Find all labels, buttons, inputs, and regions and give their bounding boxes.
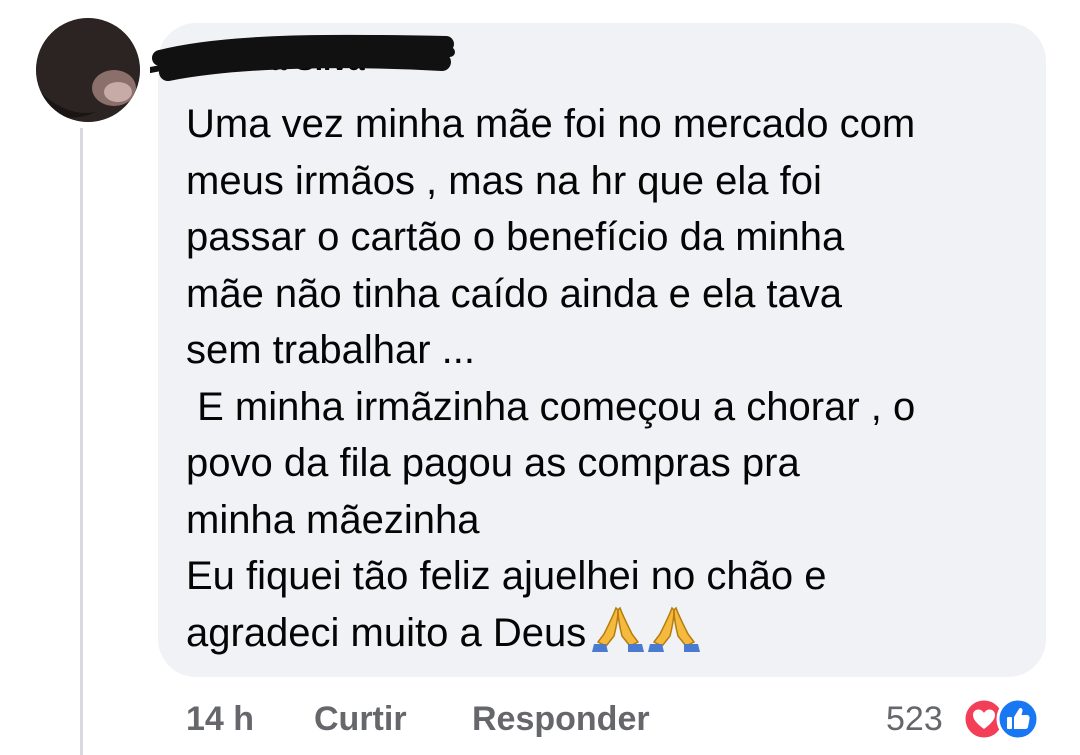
reply-button[interactable]: Responder	[472, 696, 650, 742]
avatar-photo	[36, 18, 140, 122]
comment-text: Uma vez minha mãe foi no mercado com meu…	[186, 96, 1036, 667]
comment-line: Uma vez minha mãe foi no mercado com	[186, 102, 916, 146]
comment-line-text: agradeci muito a Deus	[186, 610, 587, 655]
reaction-icons[interactable]	[962, 696, 1052, 742]
comment-line: minha mãezinha	[186, 497, 480, 542]
emoji-group	[592, 606, 704, 668]
comment-line: meus irmãos , mas na hr que ela foi	[186, 158, 822, 203]
folded-hands-icon	[648, 606, 701, 652]
comment-line: E minha irmãzinha começou a chorar , o	[186, 384, 916, 429]
comment-line: mãe não tinha caído ainda e ela tava	[186, 271, 843, 316]
comment-line: sem trabalhar ...	[186, 328, 476, 372]
reaction-count[interactable]: 523	[886, 696, 943, 742]
comment-thread: Amanda Silva Uma vez minha mãe foi no me…	[0, 0, 1080, 755]
folded-hands-icon	[592, 606, 645, 652]
comment-line: Eu fiquei tão feliz ajuelhei no chão e	[186, 554, 827, 598]
comment-line: povo da fila pagou as compras pra	[186, 441, 800, 485]
like-button[interactable]: Curtir	[314, 696, 407, 742]
comment-line: passar o cartão o benefício da minha	[186, 215, 845, 259]
redaction-scribble	[150, 34, 455, 81]
like-icon	[996, 697, 1040, 741]
timestamp[interactable]: 14 h	[186, 696, 254, 742]
comment-line: agradeci muito a Deus	[186, 605, 1036, 668]
avatar[interactable]	[36, 18, 140, 122]
thread-line	[80, 128, 83, 755]
